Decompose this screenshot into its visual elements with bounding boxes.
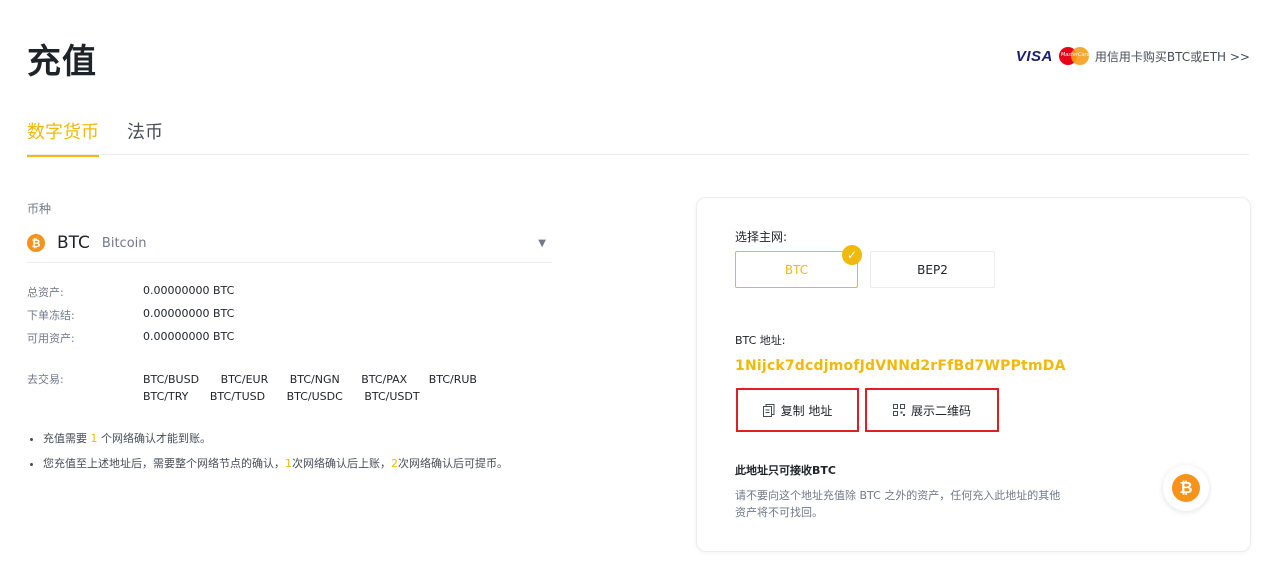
coin-select[interactable]: ₿ BTC Bitcoin ▼ <box>27 224 552 263</box>
trade-pair-link[interactable]: BTC/USDT <box>364 390 419 403</box>
copy-address-label: 复制 地址 <box>780 403 833 418</box>
buy-with-card-text: 用信用卡购买BTC或ETH >> <box>1094 49 1250 64</box>
available-assets-label: 可用资产: <box>27 332 75 345</box>
address-restriction-title: 此地址只可接收BTC <box>735 464 836 477</box>
tabs-divider <box>27 154 1249 155</box>
trade-pairs-row-2: BTC/TRY BTC/TUSD BTC/USDC BTC/USDT <box>143 388 503 405</box>
trade-pair-link[interactable]: BTC/USDC <box>287 390 343 403</box>
deposit-address[interactable]: 1Nijck7dcdjmofJdVNNd2rFfBd7WPPtmDA <box>735 358 1066 374</box>
bitcoin-icon: ₿ <box>27 234 45 252</box>
qr-code-icon <box>892 404 905 416</box>
coin-label: 币种 <box>27 202 52 216</box>
deposit-tabs: 数字货币 法币 <box>27 118 163 157</box>
note-item: 您充值至上述地址后，需要整个网络节点的确认，1次网络确认后上账，2次网络确认后可… <box>43 455 508 471</box>
page-title: 充值 <box>27 42 97 82</box>
trade-pair-link[interactable]: BTC/PAX <box>361 373 407 386</box>
trade-pair-link[interactable]: BTC/NGN <box>290 373 340 386</box>
network-option-bep2[interactable]: BEP2 <box>870 251 995 288</box>
network-option-btc[interactable]: BTC <box>735 251 858 288</box>
available-assets-value: 0.00000000 BTC <box>143 330 235 343</box>
trade-pair-link[interactable]: BTC/RUB <box>429 373 477 386</box>
copy-address-button[interactable]: 复制 地址 <box>736 388 859 432</box>
buy-with-card-link[interactable]: VISA MasterCard 用信用卡购买BTC或ETH >> <box>1016 47 1250 65</box>
total-assets-label: 总资产: <box>27 286 64 299</box>
checkmark-icon: ✓ <box>842 245 862 265</box>
coin-name: Bitcoin <box>101 235 147 251</box>
trade-pair-link[interactable]: BTC/TRY <box>143 390 188 403</box>
trade-label: 去交易: <box>27 373 64 386</box>
trade-pair-link[interactable]: BTC/TUSD <box>210 390 265 403</box>
coin-symbol: BTC <box>57 233 90 253</box>
trade-pairs: BTC/BUSD BTC/EUR BTC/NGN BTC/PAX BTC/RUB… <box>143 371 503 405</box>
total-assets-value: 0.00000000 BTC <box>143 284 235 297</box>
show-qr-label: 展示二维码 <box>910 403 971 418</box>
trade-pair-link[interactable]: BTC/EUR <box>221 373 269 386</box>
document-copy-icon <box>762 403 775 417</box>
caret-down-icon: ▼ <box>538 238 546 249</box>
address-restriction-description: 请不要向这个地址充值除 BTC 之外的资产，任何充入此地址的其他资产将不可找回。 <box>735 489 1061 519</box>
deposit-notes: 充值需要 1 个网络确认才能到账。 您充值至上述地址后，需要整个网络节点的确认，… <box>27 430 508 480</box>
mastercard-logo: MasterCard <box>1058 47 1090 65</box>
trade-pair-link[interactable]: BTC/BUSD <box>143 373 199 386</box>
trade-pairs-row-1: BTC/BUSD BTC/EUR BTC/NGN BTC/PAX BTC/RUB <box>143 371 503 388</box>
frozen-assets-value: 0.00000000 BTC <box>143 307 235 320</box>
network-label: 选择主网: <box>735 230 788 244</box>
tab-crypto[interactable]: 数字货币 <box>27 118 99 157</box>
frozen-assets-label: 下单冻结: <box>27 309 75 322</box>
bitcoin-icon: ₿ <box>1163 465 1209 511</box>
address-label: BTC 地址: <box>735 334 786 347</box>
note-item: 充值需要 1 个网络确认才能到账。 <box>43 430 508 446</box>
tab-fiat[interactable]: 法币 <box>127 118 163 157</box>
show-qr-button[interactable]: 展示二维码 <box>865 388 999 432</box>
visa-logo: VISA <box>1015 47 1053 65</box>
